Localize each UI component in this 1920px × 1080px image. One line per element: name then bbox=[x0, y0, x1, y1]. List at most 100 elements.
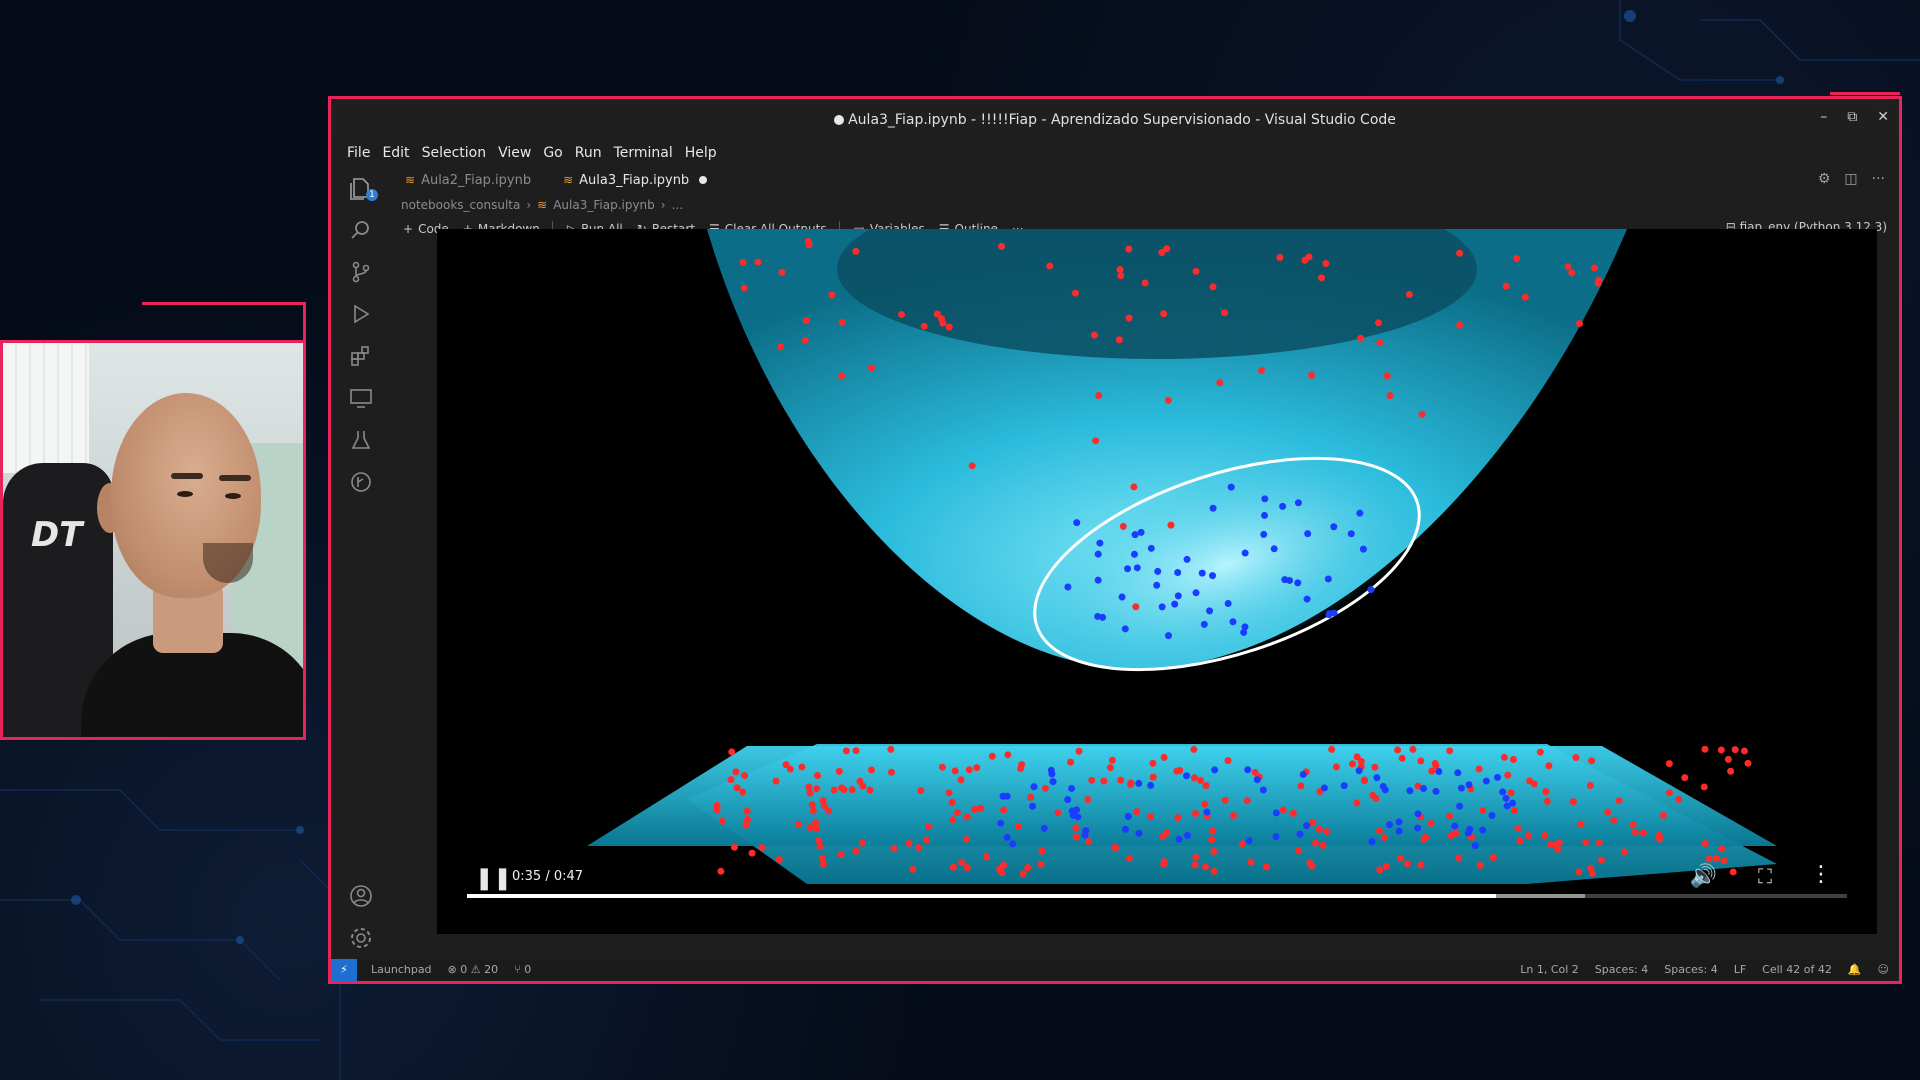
data-point bbox=[1340, 782, 1348, 790]
menu-edit[interactable]: Edit bbox=[382, 145, 409, 161]
end-of-line[interactable]: LF bbox=[1734, 963, 1746, 976]
data-point bbox=[1665, 760, 1673, 768]
data-point bbox=[1133, 564, 1141, 572]
close-button[interactable]: ✕ bbox=[1877, 109, 1889, 125]
cell-position[interactable]: Cell 42 of 42 bbox=[1762, 963, 1832, 976]
breadcrumb-more[interactable]: ... bbox=[672, 198, 683, 212]
settings-gear-icon[interactable] bbox=[348, 925, 374, 951]
data-point bbox=[1130, 550, 1138, 558]
problems-button[interactable]: ⊗ 0 ⚠ 20 bbox=[448, 963, 499, 976]
data-point bbox=[1259, 786, 1267, 794]
data-point bbox=[732, 768, 740, 776]
source-control-icon[interactable] bbox=[348, 259, 374, 285]
bell-icon[interactable]: 🔔 bbox=[1848, 963, 1862, 976]
feedback-icon[interactable]: ☺ bbox=[1878, 963, 1889, 976]
tab-aula2[interactable]: ≋ Aula2_Fiap.ipynb bbox=[389, 165, 547, 195]
volume-icon[interactable]: 🔊 bbox=[1690, 864, 1717, 889]
data-point bbox=[1419, 784, 1427, 792]
data-point bbox=[1301, 256, 1309, 264]
svm-3d-plot bbox=[587, 229, 1777, 884]
data-point bbox=[866, 786, 874, 794]
remote-icon[interactable]: ⚡ bbox=[331, 959, 357, 981]
data-point bbox=[741, 772, 749, 780]
data-point bbox=[1357, 334, 1365, 342]
search-icon[interactable] bbox=[348, 217, 374, 243]
account-icon[interactable] bbox=[348, 883, 374, 909]
pause-icon[interactable]: ❚❚ bbox=[475, 866, 512, 891]
data-point bbox=[953, 809, 961, 817]
data-point bbox=[968, 462, 976, 470]
data-point bbox=[1004, 751, 1012, 759]
cursor-position[interactable]: Ln 1, Col 2 bbox=[1520, 963, 1579, 976]
data-point bbox=[1604, 808, 1612, 816]
data-point bbox=[1270, 545, 1278, 553]
data-point bbox=[1545, 762, 1553, 770]
data-point bbox=[808, 801, 816, 809]
data-point bbox=[1482, 777, 1490, 785]
explorer-icon[interactable]: 1 bbox=[348, 175, 378, 201]
data-point bbox=[1209, 572, 1217, 580]
tab-aula3[interactable]: ≋ Aula3_Fiap.ipynb bbox=[547, 165, 723, 195]
data-point bbox=[1067, 758, 1075, 766]
data-point bbox=[1167, 521, 1175, 529]
data-point bbox=[1303, 595, 1311, 603]
data-point bbox=[743, 807, 751, 815]
data-point bbox=[1504, 771, 1512, 779]
notebook-icon: ≋ bbox=[537, 198, 548, 212]
testing-icon[interactable] bbox=[348, 427, 374, 453]
data-point bbox=[1173, 767, 1181, 775]
data-point bbox=[925, 823, 933, 831]
data-point bbox=[1203, 808, 1211, 816]
data-point bbox=[1418, 410, 1426, 418]
video-progress-bar[interactable] bbox=[467, 894, 1847, 898]
compare-icon[interactable]: ⚙ bbox=[1818, 171, 1831, 187]
data-point bbox=[1074, 813, 1082, 821]
menu-file[interactable]: File bbox=[347, 145, 370, 161]
indentation-1[interactable]: Spaces: 4 bbox=[1595, 963, 1648, 976]
breadcrumb-file[interactable]: Aula3_Fiap.ipynb bbox=[553, 198, 655, 212]
more-options-icon[interactable]: ⋮ bbox=[1810, 862, 1832, 887]
ports-button[interactable]: ⑂ 0 bbox=[514, 963, 531, 976]
data-point bbox=[1154, 567, 1162, 575]
data-point bbox=[1610, 816, 1618, 824]
data-point bbox=[1328, 745, 1336, 753]
remote-explorer-icon[interactable] bbox=[348, 385, 374, 411]
menu-terminal[interactable]: Terminal bbox=[614, 145, 673, 161]
data-point bbox=[782, 761, 790, 769]
menu-selection[interactable]: Selection bbox=[422, 145, 487, 161]
menu-go[interactable]: Go bbox=[543, 145, 562, 161]
data-point bbox=[1027, 793, 1035, 801]
restore-button[interactable]: ⧉ bbox=[1847, 109, 1857, 125]
data-point bbox=[1183, 772, 1191, 780]
split-editor-icon[interactable]: ◫ bbox=[1844, 171, 1857, 187]
data-point bbox=[1577, 820, 1585, 828]
data-point bbox=[1659, 811, 1667, 819]
data-point bbox=[1536, 748, 1544, 756]
more-actions-icon[interactable]: ··· bbox=[1872, 171, 1885, 187]
git-graph-icon[interactable] bbox=[348, 469, 374, 495]
menu-help[interactable]: Help bbox=[685, 145, 717, 161]
extensions-icon[interactable] bbox=[348, 343, 374, 369]
fullscreen-icon[interactable]: ⛶ bbox=[1758, 864, 1772, 888]
data-point bbox=[957, 776, 965, 784]
data-point bbox=[1509, 755, 1517, 763]
data-point bbox=[1048, 770, 1056, 778]
video-player[interactable]: ❚❚ 0:35 / 0:47 🔊 ⛶ ⋮ bbox=[437, 229, 1877, 934]
minimize-button[interactable]: – bbox=[1820, 109, 1827, 125]
menu-run[interactable]: Run bbox=[575, 145, 602, 161]
data-point bbox=[1084, 795, 1092, 803]
menu-view[interactable]: View bbox=[498, 145, 531, 161]
launchpad-button[interactable]: Launchpad bbox=[371, 963, 432, 976]
data-point bbox=[1307, 371, 1315, 379]
indentation-2[interactable]: Spaces: 4 bbox=[1664, 963, 1717, 976]
data-point bbox=[820, 802, 828, 810]
video-time: 0:35 / 0:47 bbox=[512, 869, 584, 884]
data-point bbox=[1325, 610, 1333, 618]
data-point bbox=[1046, 262, 1054, 270]
breadcrumb-folder[interactable]: notebooks_consulta bbox=[401, 198, 520, 212]
data-point bbox=[997, 819, 1005, 827]
webcam-frame-tab bbox=[142, 302, 306, 340]
modified-dot-icon[interactable] bbox=[699, 176, 708, 184]
data-point bbox=[1261, 511, 1269, 519]
run-debug-icon[interactable] bbox=[348, 301, 374, 327]
